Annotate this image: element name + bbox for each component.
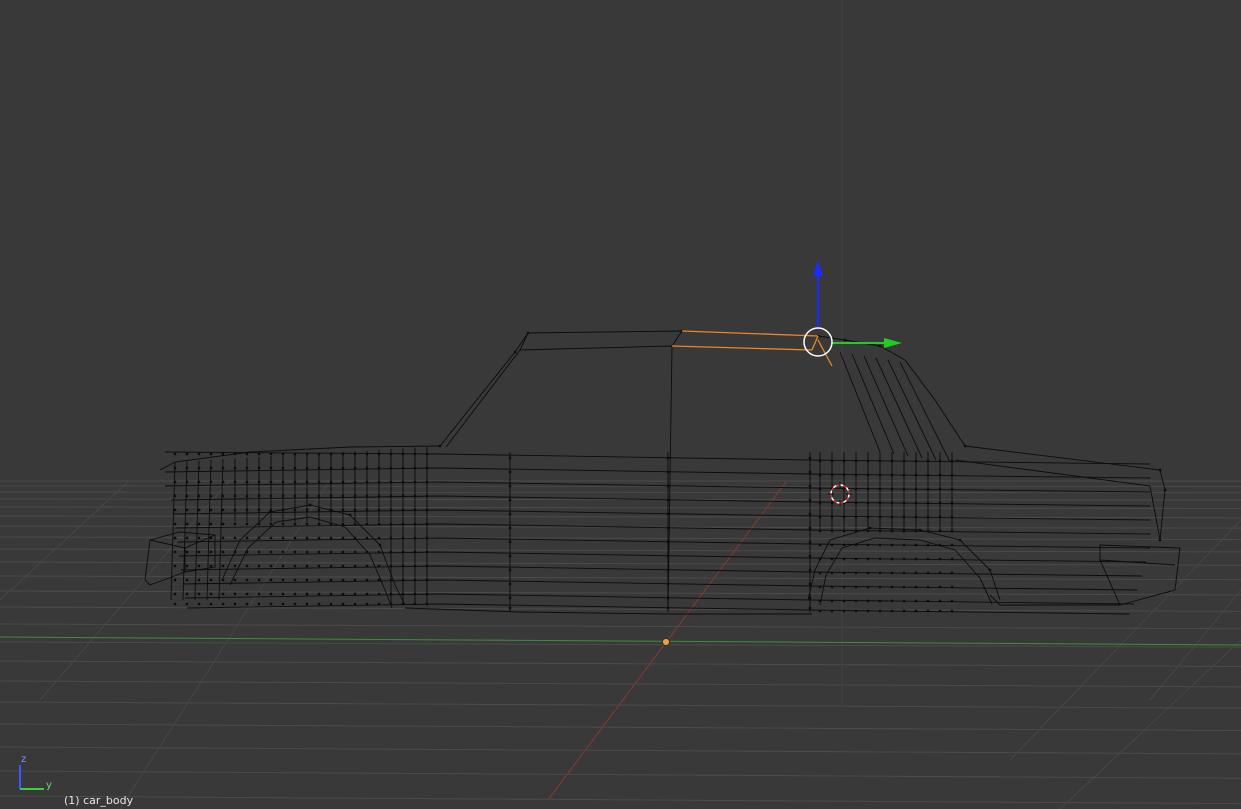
view-axes-icon: z y	[19, 754, 52, 791]
gizmo-ring[interactable]	[803, 327, 833, 357]
mini-axis-y-label: y	[46, 780, 52, 791]
object-origin-icon	[662, 638, 670, 646]
gizmo-z-arrow[interactable]	[813, 260, 823, 276]
active-object-label: (1) car_body	[64, 794, 134, 807]
car-body-mesh[interactable]	[144, 330, 1181, 615]
gizmo-y-arrow[interactable]	[884, 338, 902, 348]
floor-grid	[0, 480, 1241, 805]
y-axis-line	[0, 636, 1241, 646]
selected-edges[interactable]	[671, 330, 833, 367]
mini-axis-z-label: z	[21, 754, 26, 765]
3d-viewport[interactable]: z y (1) car_body	[0, 0, 1241, 809]
